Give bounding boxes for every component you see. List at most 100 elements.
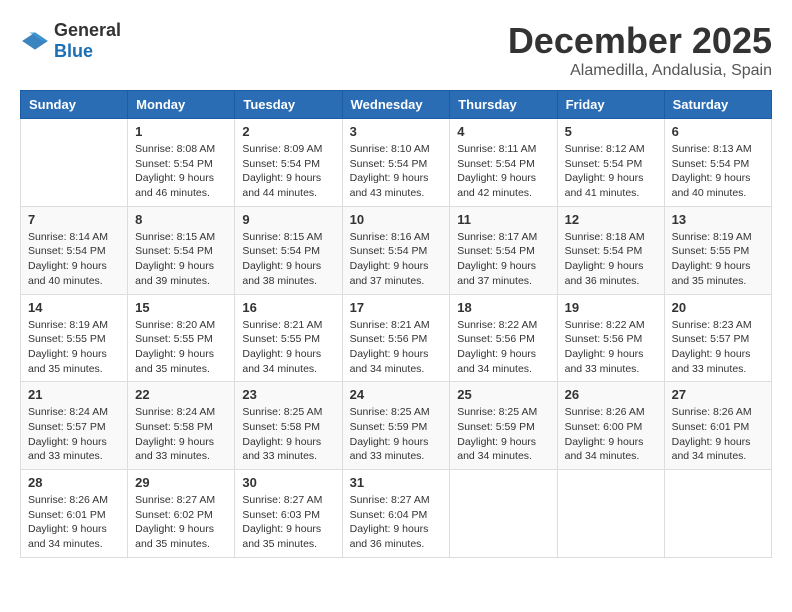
calendar-cell: 23Sunrise: 8:25 AM Sunset: 5:58 PM Dayli…: [235, 382, 342, 470]
calendar-cell: 1 Sunrise: 8:08 AM Sunset: 5:54 PM Daylig…: [128, 119, 235, 207]
day-info: Sunrise: 8:09 AM Sunset: 5:54 PM Dayligh…: [242, 142, 334, 201]
calendar-cell: [557, 470, 664, 558]
day-number: 15: [135, 300, 227, 315]
day-number: 18: [457, 300, 549, 315]
calendar-cell: 11Sunrise: 8:17 AM Sunset: 5:54 PM Dayli…: [450, 206, 557, 294]
day-number: 17: [350, 300, 443, 315]
day-info: Sunrise: 8:11 AM Sunset: 5:54 PM Dayligh…: [457, 142, 549, 201]
day-number: 25: [457, 387, 549, 402]
day-info: Sunrise: 8:27 AM Sunset: 6:02 PM Dayligh…: [135, 493, 227, 552]
month-year-title: December 2025: [508, 20, 772, 62]
calendar-cell: 22Sunrise: 8:24 AM Sunset: 5:58 PM Dayli…: [128, 382, 235, 470]
week-row-4: 28 Sunrise: 8:26 AM Sunset: 6:01 PM Dayli…: [21, 470, 772, 558]
day-info: Sunrise: 8:24 AM Sunset: 5:58 PM Dayligh…: [135, 405, 227, 464]
calendar-cell: 10Sunrise: 8:16 AM Sunset: 5:54 PM Dayli…: [342, 206, 450, 294]
calendar-cell: 3Sunrise: 8:10 AM Sunset: 5:54 PM Daylig…: [342, 119, 450, 207]
header-saturday: Saturday: [664, 91, 771, 119]
calendar-cell: 5Sunrise: 8:12 AM Sunset: 5:54 PM Daylig…: [557, 119, 664, 207]
calendar-cell: 21 Sunrise: 8:24 AM Sunset: 5:57 PM Dayli…: [21, 382, 128, 470]
day-number: 4: [457, 124, 549, 139]
day-number: 13: [672, 212, 764, 227]
calendar-cell: 31 Sunrise: 8:27 AM Sunset: 6:04 PM Dayli…: [342, 470, 450, 558]
day-info: Sunrise: 8:08 AM Sunset: 5:54 PM Dayligh…: [135, 142, 227, 201]
day-info: Sunrise: 8:18 AM Sunset: 5:54 PM Dayligh…: [565, 230, 657, 289]
day-number: 5: [565, 124, 657, 139]
day-info: Sunrise: 8:21 AM Sunset: 5:56 PM Dayligh…: [350, 318, 443, 377]
calendar-cell: [21, 119, 128, 207]
calendar-cell: 24 Sunrise: 8:25 AM Sunset: 5:59 PM Dayli…: [342, 382, 450, 470]
calendar-cell: 7 Sunrise: 8:14 AM Sunset: 5:54 PM Daylig…: [21, 206, 128, 294]
calendar-cell: 17 Sunrise: 8:21 AM Sunset: 5:56 PM Dayli…: [342, 294, 450, 382]
day-number: 12: [565, 212, 657, 227]
week-row-0: 1 Sunrise: 8:08 AM Sunset: 5:54 PM Daylig…: [21, 119, 772, 207]
header-monday: Monday: [128, 91, 235, 119]
day-number: 6: [672, 124, 764, 139]
header-tuesday: Tuesday: [235, 91, 342, 119]
day-number: 24: [350, 387, 443, 402]
day-number: 14: [28, 300, 120, 315]
calendar-cell: 8 Sunrise: 8:15 AM Sunset: 5:54 PM Daylig…: [128, 206, 235, 294]
day-info: Sunrise: 8:22 AM Sunset: 5:56 PM Dayligh…: [457, 318, 549, 377]
day-info: Sunrise: 8:26 AM Sunset: 6:01 PM Dayligh…: [28, 493, 120, 552]
day-number: 9: [242, 212, 334, 227]
day-number: 8: [135, 212, 227, 227]
calendar-cell: 6 Sunrise: 8:13 AM Sunset: 5:54 PM Daylig…: [664, 119, 771, 207]
day-number: 1: [135, 124, 227, 139]
day-number: 20: [672, 300, 764, 315]
day-number: 16: [242, 300, 334, 315]
calendar-cell: 2Sunrise: 8:09 AM Sunset: 5:54 PM Daylig…: [235, 119, 342, 207]
logo-general: General: [54, 20, 121, 40]
calendar-cell: [664, 470, 771, 558]
day-number: 11: [457, 212, 549, 227]
logo: General Blue: [20, 20, 121, 62]
day-info: Sunrise: 8:25 AM Sunset: 5:59 PM Dayligh…: [350, 405, 443, 464]
logo-blue: Blue: [54, 41, 93, 61]
day-info: Sunrise: 8:23 AM Sunset: 5:57 PM Dayligh…: [672, 318, 764, 377]
title-section: December 2025 Alamedilla, Andalusia, Spa…: [508, 20, 772, 80]
day-number: 7: [28, 212, 120, 227]
logo-text: General Blue: [54, 20, 121, 62]
calendar-cell: 15 Sunrise: 8:20 AM Sunset: 5:55 PM Dayli…: [128, 294, 235, 382]
day-number: 31: [350, 475, 443, 490]
calendar-cell: 20 Sunrise: 8:23 AM Sunset: 5:57 PM Dayli…: [664, 294, 771, 382]
calendar-header-row: SundayMondayTuesdayWednesdayThursdayFrid…: [21, 91, 772, 119]
day-info: Sunrise: 8:24 AM Sunset: 5:57 PM Dayligh…: [28, 405, 120, 464]
week-row-2: 14 Sunrise: 8:19 AM Sunset: 5:55 PM Dayli…: [21, 294, 772, 382]
header-sunday: Sunday: [21, 91, 128, 119]
day-number: 27: [672, 387, 764, 402]
day-number: 26: [565, 387, 657, 402]
day-number: 28: [28, 475, 120, 490]
week-row-1: 7 Sunrise: 8:14 AM Sunset: 5:54 PM Daylig…: [21, 206, 772, 294]
calendar-cell: 16 Sunrise: 8:21 AM Sunset: 5:55 PM Dayli…: [235, 294, 342, 382]
day-number: 23: [242, 387, 334, 402]
day-info: Sunrise: 8:14 AM Sunset: 5:54 PM Dayligh…: [28, 230, 120, 289]
calendar-table: SundayMondayTuesdayWednesdayThursdayFrid…: [20, 90, 772, 558]
calendar-cell: 25Sunrise: 8:25 AM Sunset: 5:59 PM Dayli…: [450, 382, 557, 470]
day-info: Sunrise: 8:19 AM Sunset: 5:55 PM Dayligh…: [672, 230, 764, 289]
day-info: Sunrise: 8:16 AM Sunset: 5:54 PM Dayligh…: [350, 230, 443, 289]
day-info: Sunrise: 8:27 AM Sunset: 6:03 PM Dayligh…: [242, 493, 334, 552]
day-number: 29: [135, 475, 227, 490]
header-wednesday: Wednesday: [342, 91, 450, 119]
day-info: Sunrise: 8:19 AM Sunset: 5:55 PM Dayligh…: [28, 318, 120, 377]
day-number: 30: [242, 475, 334, 490]
calendar-cell: 18 Sunrise: 8:22 AM Sunset: 5:56 PM Dayli…: [450, 294, 557, 382]
calendar-cell: 30 Sunrise: 8:27 AM Sunset: 6:03 PM Dayli…: [235, 470, 342, 558]
day-info: Sunrise: 8:20 AM Sunset: 5:55 PM Dayligh…: [135, 318, 227, 377]
day-info: Sunrise: 8:13 AM Sunset: 5:54 PM Dayligh…: [672, 142, 764, 201]
day-number: 21: [28, 387, 120, 402]
week-row-3: 21 Sunrise: 8:24 AM Sunset: 5:57 PM Dayli…: [21, 382, 772, 470]
calendar-cell: 29 Sunrise: 8:27 AM Sunset: 6:02 PM Dayli…: [128, 470, 235, 558]
header-thursday: Thursday: [450, 91, 557, 119]
day-info: Sunrise: 8:21 AM Sunset: 5:55 PM Dayligh…: [242, 318, 334, 377]
calendar-cell: 12 Sunrise: 8:18 AM Sunset: 5:54 PM Dayli…: [557, 206, 664, 294]
calendar-cell: 13 Sunrise: 8:19 AM Sunset: 5:55 PM Dayli…: [664, 206, 771, 294]
day-info: Sunrise: 8:10 AM Sunset: 5:54 PM Dayligh…: [350, 142, 443, 201]
calendar-cell: 28 Sunrise: 8:26 AM Sunset: 6:01 PM Dayli…: [21, 470, 128, 558]
calendar-cell: 4 Sunrise: 8:11 AM Sunset: 5:54 PM Daylig…: [450, 119, 557, 207]
day-number: 19: [565, 300, 657, 315]
day-info: Sunrise: 8:27 AM Sunset: 6:04 PM Dayligh…: [350, 493, 443, 552]
calendar-cell: 27Sunrise: 8:26 AM Sunset: 6:01 PM Dayli…: [664, 382, 771, 470]
header-friday: Friday: [557, 91, 664, 119]
day-info: Sunrise: 8:15 AM Sunset: 5:54 PM Dayligh…: [135, 230, 227, 289]
